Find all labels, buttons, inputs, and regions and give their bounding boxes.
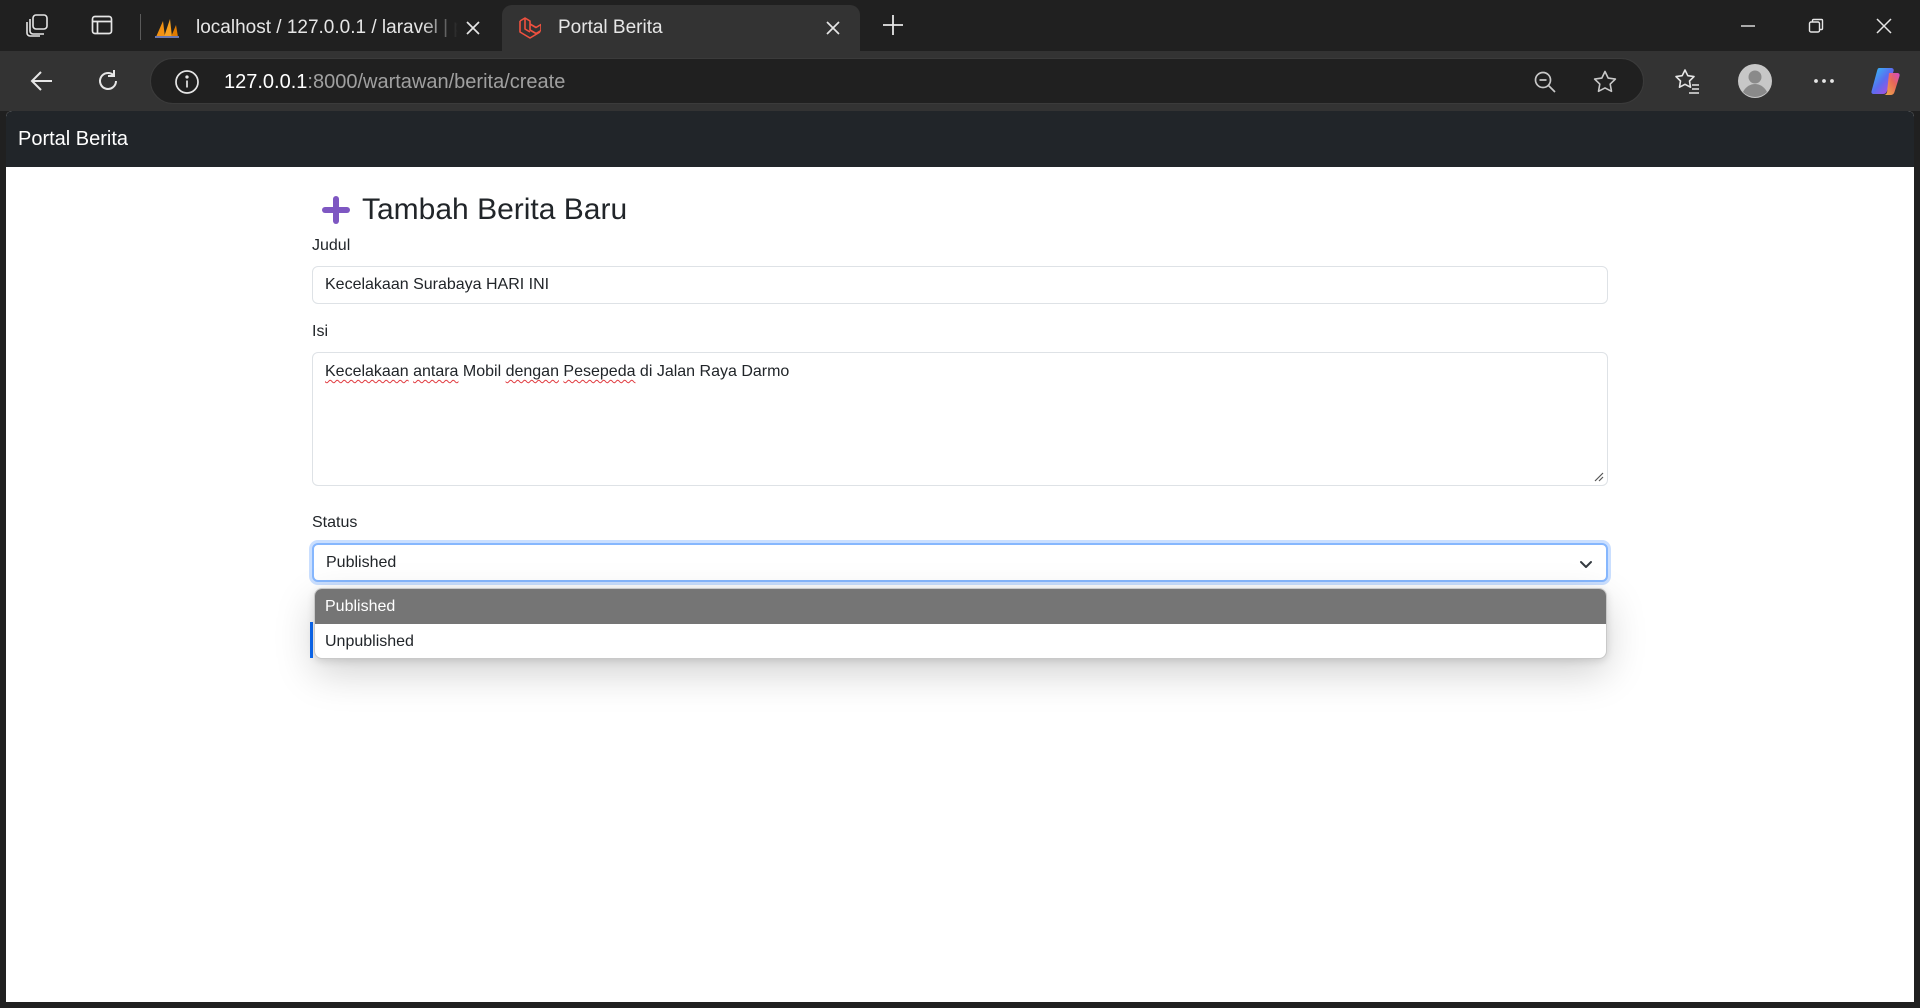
submit-button-edge[interactable]: [310, 622, 313, 658]
close-tab-icon[interactable]: [818, 13, 848, 43]
spellcheck-word: Kecelakaan: [325, 363, 409, 380]
resize-handle-icon[interactable]: [1594, 472, 1604, 482]
isi-textarea[interactable]: Kecelakaan antara Mobil dengan Pesepeda …: [312, 352, 1608, 486]
page-title: Tambah Berita Baru: [312, 193, 627, 227]
restore-icon[interactable]: [1782, 0, 1850, 51]
site-info-icon[interactable]: [173, 68, 201, 96]
page-title-text: Tambah Berita Baru: [362, 193, 628, 226]
status-option-unpublished[interactable]: Unpublished: [315, 624, 1606, 658]
tab-actions-icon[interactable]: [82, 5, 122, 45]
status-label: Status: [312, 514, 358, 531]
tab-portal-berita[interactable]: Portal Berita: [502, 5, 860, 51]
navbar: Portal Berita: [6, 111, 1914, 167]
profile-avatar-icon[interactable]: [1733, 59, 1777, 103]
status-select-value: Published: [326, 554, 397, 571]
favorite-star-icon[interactable]: [1589, 66, 1621, 98]
chevron-down-icon: [1580, 561, 1592, 568]
more-options-icon[interactable]: [1802, 59, 1846, 103]
spellcheck-word: antara: [413, 363, 459, 380]
back-icon[interactable]: [20, 59, 64, 103]
zoom-out-icon[interactable]: [1529, 66, 1561, 98]
workspaces-icon[interactable]: [18, 5, 58, 45]
url-text: 127.0.0.1:8000/wartawan/berita/create: [224, 71, 566, 93]
page-viewport: Portal Berita Tambah Berita Baru Judul K…: [6, 111, 1914, 1002]
judul-input[interactable]: Kecelakaan Surabaya HARI INI: [312, 266, 1608, 304]
address-bar[interactable]: 127.0.0.1:8000/wartawan/berita/create: [150, 58, 1644, 104]
reload-icon[interactable]: [86, 59, 130, 103]
plus-icon: [320, 194, 352, 226]
favorites-icon[interactable]: [1665, 59, 1709, 103]
minimize-icon[interactable]: [1714, 0, 1782, 51]
new-tab-icon[interactable]: [873, 5, 913, 45]
phpmyadmin-icon: [154, 15, 180, 41]
judul-label: Judul: [312, 237, 351, 254]
laravel-icon: [516, 15, 542, 41]
spellcheck-word: Pesepeda: [563, 363, 636, 380]
tab-title: localhost / 127.0.0.1 / laravel | phpMyA…: [196, 17, 458, 38]
tab-title: Portal Berita: [558, 17, 663, 38]
tab-strip: localhost / 127.0.0.1 / laravel | phpMyA…: [0, 0, 1920, 51]
browser-toolbar: 127.0.0.1:8000/wartawan/berita/create: [0, 51, 1920, 111]
status-select[interactable]: Published: [312, 543, 1608, 582]
status-option-published[interactable]: Published: [315, 589, 1606, 624]
tab-phpmyadmin[interactable]: localhost / 127.0.0.1 / laravel | phpMyA…: [140, 5, 500, 51]
status-dropdown-list: Published Unpublished: [314, 588, 1607, 659]
isi-label: Isi: [312, 323, 328, 340]
copilot-icon[interactable]: [1864, 59, 1908, 103]
spellcheck-word: dengan: [505, 363, 559, 380]
close-window-icon[interactable]: [1850, 0, 1918, 51]
close-tab-icon[interactable]: [458, 13, 488, 43]
navbar-brand[interactable]: Portal Berita: [18, 128, 128, 151]
